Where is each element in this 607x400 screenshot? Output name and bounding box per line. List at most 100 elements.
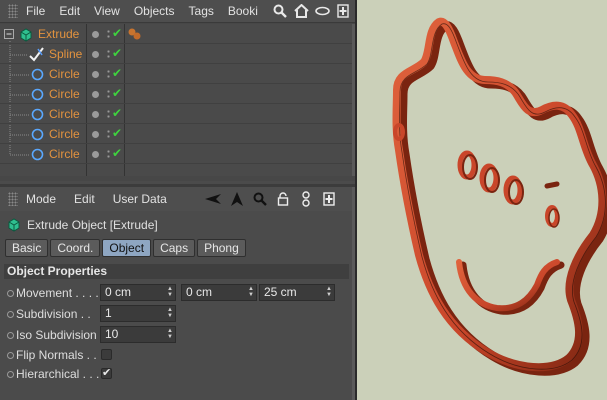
- animate-dot[interactable]: [7, 289, 14, 297]
- extrude-icon: [20, 28, 32, 42]
- extrude-icon: [8, 218, 20, 232]
- tree-row-spline[interactable]: Spline ✔: [0, 44, 352, 64]
- iso-subdivision-field[interactable]: 10 ▲ ▼: [100, 326, 176, 343]
- object-name[interactable]: Circle: [49, 67, 80, 81]
- visibility-dot[interactable]: [92, 71, 99, 78]
- render-dots[interactable]: [106, 89, 111, 99]
- movement-y-field[interactable]: 0 cm ▲ ▼: [181, 284, 257, 301]
- menu-edit[interactable]: Edit: [74, 192, 95, 206]
- object-tree: Extrude ✔ Spline ✔ Circle ✔ Circle ✔ Cir…: [0, 24, 352, 176]
- object-name[interactable]: Extrude: [38, 27, 79, 41]
- attribute-manager: Mode Edit User Data Extrude Object [Extr…: [0, 184, 355, 400]
- collapse-icon[interactable]: [4, 29, 14, 39]
- lock-icon[interactable]: [275, 191, 291, 207]
- panel-grip-icon[interactable]: [8, 192, 18, 206]
- material-tag-icon[interactable]: [128, 28, 142, 40]
- visibility-dot[interactable]: [92, 51, 99, 58]
- enabled-check[interactable]: ✔: [112, 126, 122, 140]
- section-header[interactable]: Object Properties: [4, 264, 349, 279]
- extruded-spline-render: [392, 17, 607, 376]
- object-name[interactable]: Spline: [49, 47, 82, 61]
- back-arrow-icon[interactable]: [204, 191, 222, 207]
- object-name[interactable]: Circle: [49, 127, 80, 141]
- tree-row-circle[interactable]: Circle ✔: [0, 144, 352, 164]
- subdivision-label: Subdivision . .: [7, 305, 91, 323]
- animate-dot[interactable]: [7, 351, 14, 359]
- enabled-check[interactable]: ✔: [112, 146, 122, 160]
- visibility-dot[interactable]: [92, 151, 99, 158]
- visibility-dot[interactable]: [92, 91, 99, 98]
- menu-tags[interactable]: Tags: [189, 4, 214, 18]
- tree-row-extrude[interactable]: Extrude ✔: [0, 24, 352, 44]
- stepper-icon[interactable]: ▲ ▼: [167, 307, 173, 320]
- movement-z-field[interactable]: 25 cm ▲ ▼: [259, 284, 335, 301]
- attribute-title: Extrude Object [Extrude]: [6, 217, 158, 232]
- iso-subdivision-label: Iso Subdivision: [7, 326, 97, 344]
- tab-phong[interactable]: Phong: [197, 239, 246, 257]
- visibility-dot[interactable]: [92, 111, 99, 118]
- hierarchical-label: Hierarchical . . .: [7, 365, 99, 383]
- home-icon[interactable]: [293, 3, 309, 19]
- expand-icon[interactable]: [321, 191, 337, 207]
- enabled-check[interactable]: ✔: [112, 26, 122, 40]
- render-dots[interactable]: [106, 49, 111, 59]
- movement-x-field[interactable]: 0 cm ▲ ▼: [100, 284, 176, 301]
- link-icon[interactable]: [298, 191, 314, 207]
- tree-row-circle[interactable]: Circle ✔: [0, 124, 352, 144]
- circle-icon: [31, 68, 44, 81]
- render-dots[interactable]: [106, 69, 111, 79]
- menu-objects[interactable]: Objects: [134, 4, 175, 18]
- object-name[interactable]: Circle: [49, 147, 80, 161]
- render-dots[interactable]: [106, 149, 111, 159]
- stepper-icon[interactable]: ▲ ▼: [248, 286, 254, 299]
- attribute-tabs: Basic Coord. Object Caps Phong: [5, 239, 246, 257]
- visibility-dot[interactable]: [92, 31, 99, 38]
- render-dots[interactable]: [106, 29, 111, 39]
- panel-grip-icon[interactable]: [8, 4, 18, 18]
- tab-coord[interactable]: Coord.: [50, 239, 101, 257]
- object-name[interactable]: Circle: [49, 87, 80, 101]
- flip-normals-label: Flip Normals . .: [7, 346, 97, 364]
- menu-bookmarks[interactable]: Booki: [228, 4, 258, 18]
- menu-view[interactable]: View: [94, 4, 120, 18]
- eye-icon[interactable]: [314, 3, 330, 19]
- enabled-check[interactable]: ✔: [112, 86, 122, 100]
- tab-basic[interactable]: Basic: [5, 239, 49, 257]
- menu-edit[interactable]: Edit: [59, 4, 80, 18]
- menu-user-data[interactable]: User Data: [113, 192, 167, 206]
- animate-dot[interactable]: [7, 331, 14, 339]
- animate-dot[interactable]: [7, 310, 14, 318]
- stepper-icon[interactable]: ▲ ▼: [326, 286, 332, 299]
- stepper-icon[interactable]: ▲ ▼: [167, 286, 173, 299]
- enabled-check[interactable]: ✔: [112, 46, 122, 60]
- enabled-check[interactable]: ✔: [112, 66, 122, 80]
- flip-normals-checkbox[interactable]: [101, 349, 112, 360]
- render-dots[interactable]: [106, 129, 111, 139]
- object-name[interactable]: Circle: [49, 107, 80, 121]
- stepper-icon[interactable]: ▲ ▼: [167, 328, 173, 341]
- pointer-icon[interactable]: [229, 191, 245, 207]
- search-icon[interactable]: [272, 3, 288, 19]
- tab-caps[interactable]: Caps: [153, 239, 196, 257]
- search-icon[interactable]: [252, 191, 268, 207]
- spline-icon: [29, 47, 44, 62]
- tree-row-circle[interactable]: Circle ✔: [0, 64, 352, 84]
- circle-icon: [31, 108, 44, 121]
- tree-row-circle[interactable]: Circle ✔: [0, 104, 352, 124]
- movement-label: Movement . . . .: [7, 284, 99, 302]
- animate-dot[interactable]: [7, 370, 14, 378]
- circle-icon: [31, 148, 44, 161]
- menu-file[interactable]: File: [26, 4, 45, 18]
- expand-icon[interactable]: [335, 3, 351, 19]
- object-manager-menubar: File Edit View Objects Tags Booki: [0, 0, 355, 23]
- viewport[interactable]: [355, 0, 607, 400]
- visibility-dot[interactable]: [92, 131, 99, 138]
- object-manager: File Edit View Objects Tags Booki Extrud…: [0, 0, 355, 181]
- enabled-check[interactable]: ✔: [112, 106, 122, 120]
- hierarchical-checkbox[interactable]: ✔: [101, 368, 112, 379]
- render-dots[interactable]: [106, 109, 111, 119]
- tab-object[interactable]: Object: [102, 239, 152, 257]
- tree-row-circle[interactable]: Circle ✔: [0, 84, 352, 104]
- menu-mode[interactable]: Mode: [26, 192, 56, 206]
- subdivision-field[interactable]: 1 ▲ ▼: [100, 305, 176, 322]
